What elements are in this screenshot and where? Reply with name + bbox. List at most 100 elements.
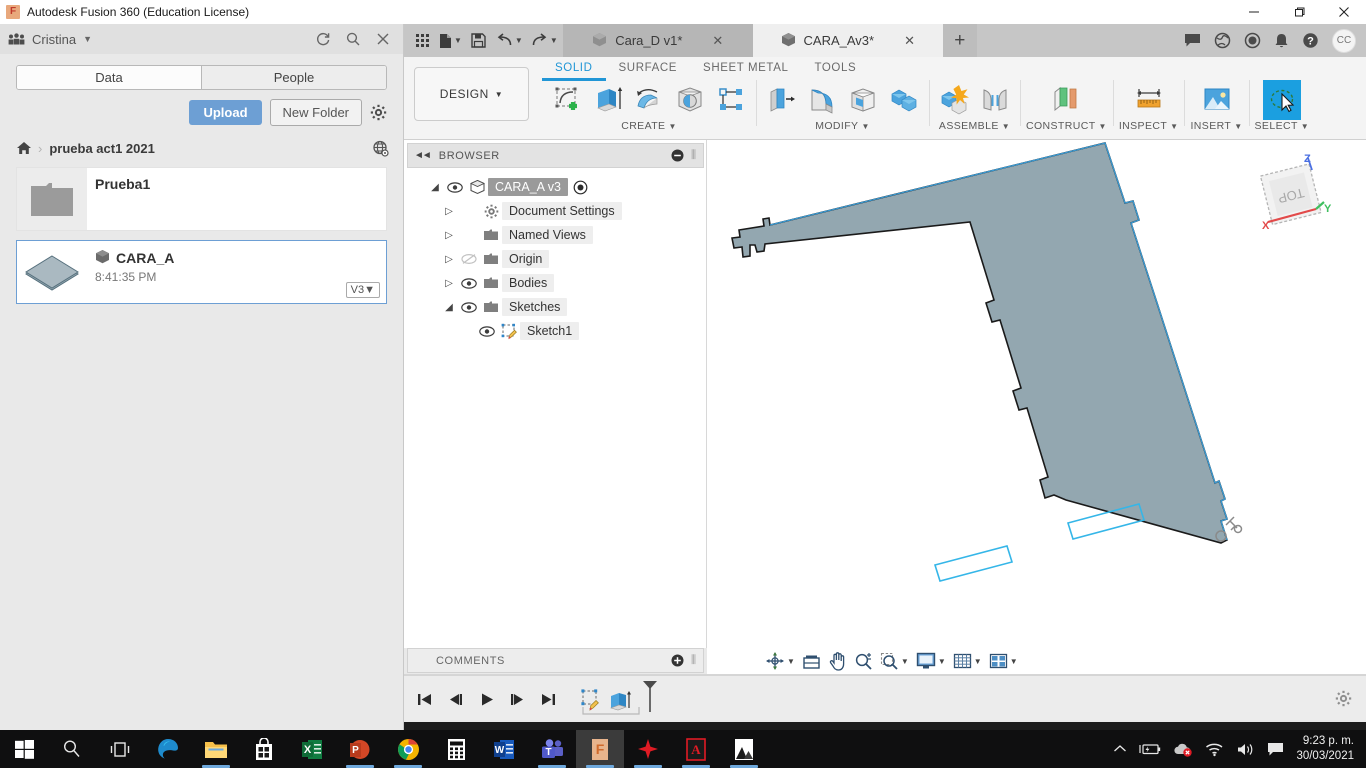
grid-snaps-button[interactable]: ▼ bbox=[950, 649, 985, 673]
upload-button[interactable]: Upload bbox=[189, 100, 262, 125]
comments-icon[interactable] bbox=[1184, 33, 1201, 48]
step-forward-button[interactable] bbox=[505, 686, 529, 712]
jump-to-end-button[interactable] bbox=[536, 686, 560, 712]
file-explorer-button[interactable] bbox=[192, 730, 240, 768]
minus-circle-icon[interactable] bbox=[671, 149, 684, 162]
ribbon-group-label[interactable]: SELECT ▼ bbox=[1255, 120, 1310, 132]
expand-arrow-icon[interactable]: ▷ bbox=[440, 278, 458, 289]
minimize-button[interactable] bbox=[1231, 0, 1276, 24]
expand-arrow-icon[interactable]: ▷ bbox=[440, 254, 458, 265]
job-status-icon[interactable] bbox=[1244, 32, 1261, 49]
viewports-button[interactable]: ▼ bbox=[986, 649, 1021, 673]
cloud-error-icon[interactable] bbox=[1173, 742, 1193, 757]
expand-arrow-icon[interactable]: ▷ bbox=[440, 230, 458, 241]
zoom-button[interactable] bbox=[851, 649, 876, 673]
shell-button[interactable] bbox=[844, 80, 882, 120]
show-data-panel-button[interactable] bbox=[410, 28, 434, 54]
word-button[interactable]: W bbox=[480, 730, 528, 768]
redo-button[interactable]: ▼ bbox=[528, 28, 561, 54]
acrobat-button[interactable]: A bbox=[672, 730, 720, 768]
account-name[interactable]: Cristina bbox=[32, 32, 76, 47]
collapse-left-icon[interactable]: ◄◄ bbox=[414, 150, 432, 161]
close-icon[interactable]: ✕ bbox=[904, 33, 915, 49]
calculator-button[interactable] bbox=[432, 730, 480, 768]
document-tab-cara-d[interactable]: Cara_D v1* ✕ bbox=[562, 24, 753, 57]
step-back-button[interactable] bbox=[443, 686, 467, 712]
chevron-down-icon[interactable]: ▼ bbox=[83, 34, 92, 44]
microsoft-store-button[interactable] bbox=[240, 730, 288, 768]
tree-item-sketches[interactable]: ◢ Sketches bbox=[404, 295, 707, 319]
home-icon[interactable] bbox=[16, 141, 32, 155]
offset-plane-button[interactable] bbox=[1047, 80, 1085, 120]
grip-icon[interactable]: ⫼ bbox=[691, 149, 697, 162]
notifications-icon[interactable] bbox=[1274, 33, 1289, 49]
extrude-button[interactable] bbox=[589, 80, 627, 120]
version-selector[interactable]: V3▼ bbox=[345, 282, 380, 298]
tree-item-origin[interactable]: ▷ Origin bbox=[404, 247, 707, 271]
ribbon-group-label[interactable]: ASSEMBLE ▼ bbox=[939, 120, 1010, 132]
teams-button[interactable]: T bbox=[528, 730, 576, 768]
eye-visible-icon[interactable] bbox=[458, 301, 480, 313]
display-settings-button[interactable]: ▼ bbox=[913, 649, 949, 673]
joint-button[interactable] bbox=[976, 80, 1014, 120]
play-button[interactable] bbox=[474, 686, 498, 712]
eye-visible-icon[interactable] bbox=[458, 277, 480, 289]
tree-item-bodies[interactable]: ▷ Bodies bbox=[404, 271, 707, 295]
fit-button[interactable]: ▼ bbox=[877, 649, 912, 673]
start-button[interactable] bbox=[0, 730, 48, 768]
battery-charging-icon[interactable] bbox=[1139, 742, 1161, 756]
comments-header[interactable]: COMMENTS ⫼ bbox=[407, 648, 704, 673]
file-button[interactable]: ▼ bbox=[436, 28, 465, 54]
powerpoint-button[interactable]: P bbox=[336, 730, 384, 768]
search-button[interactable] bbox=[48, 730, 96, 768]
excel-button[interactable]: X bbox=[288, 730, 336, 768]
save-button[interactable] bbox=[467, 28, 491, 54]
expand-arrow-icon[interactable]: ◢ bbox=[426, 182, 444, 193]
create-sketch-button[interactable] bbox=[548, 80, 586, 120]
tree-item-root[interactable]: ◢ CARA_A v3 bbox=[404, 175, 707, 199]
eye-visible-icon[interactable] bbox=[444, 181, 466, 193]
expand-arrow-icon[interactable]: ▷ bbox=[440, 206, 458, 217]
edge-button[interactable] bbox=[144, 730, 192, 768]
new-tab-button[interactable]: + bbox=[942, 24, 977, 57]
look-at-button[interactable] bbox=[799, 649, 824, 673]
pan-button[interactable] bbox=[825, 649, 850, 673]
tree-item-sketch1[interactable]: Sketch1 bbox=[404, 319, 707, 343]
maximize-button[interactable] bbox=[1276, 0, 1321, 24]
ribbon-group-label[interactable]: INSPECT ▼ bbox=[1119, 120, 1179, 132]
close-icon[interactable] bbox=[375, 31, 391, 47]
new-component-button[interactable] bbox=[935, 80, 973, 120]
refresh-icon[interactable] bbox=[315, 31, 331, 47]
chrome-button[interactable] bbox=[384, 730, 432, 768]
sphere-button[interactable] bbox=[671, 80, 709, 120]
pattern-button[interactable] bbox=[712, 80, 750, 120]
help-icon[interactable]: ? bbox=[1302, 32, 1319, 49]
show-hidden-icons-button[interactable] bbox=[1113, 743, 1127, 755]
fusion360-button[interactable]: F bbox=[576, 730, 624, 768]
tab-data[interactable]: Data bbox=[17, 66, 201, 89]
close-icon[interactable]: ✕ bbox=[712, 33, 723, 49]
autodesk-app-button[interactable] bbox=[624, 730, 672, 768]
avatar[interactable]: CC bbox=[1332, 28, 1356, 53]
timeline-marker-icon[interactable] bbox=[641, 680, 659, 719]
expand-arrow-icon[interactable]: ◢ bbox=[440, 302, 458, 313]
gear-icon[interactable] bbox=[370, 104, 387, 121]
combine-button[interactable] bbox=[885, 80, 923, 120]
ribbon-group-label[interactable]: CONSTRUCT ▼ bbox=[1026, 120, 1107, 132]
gear-icon[interactable] bbox=[1335, 690, 1352, 707]
photos-button[interactable] bbox=[720, 730, 768, 768]
globe-icon[interactable] bbox=[372, 140, 389, 157]
document-tab-cara-a[interactable]: CARA_Av3* ✕ bbox=[752, 24, 943, 57]
help-globe-icon[interactable] bbox=[1214, 32, 1231, 49]
measure-button[interactable] bbox=[1130, 80, 1168, 120]
jump-to-beginning-button[interactable] bbox=[412, 686, 436, 712]
press-pull-button[interactable] bbox=[762, 80, 800, 120]
close-button[interactable] bbox=[1321, 0, 1366, 24]
insert-image-button[interactable] bbox=[1198, 80, 1236, 120]
clock[interactable]: 9:23 p. m. 30/03/2021 bbox=[1296, 734, 1358, 764]
tab-people[interactable]: People bbox=[201, 66, 386, 89]
radio-dot-icon[interactable] bbox=[573, 180, 588, 195]
ribbon-group-label[interactable]: MODIFY ▼ bbox=[815, 120, 870, 132]
search-icon[interactable] bbox=[345, 31, 361, 47]
3d-viewport[interactable]: TOP X Y Z bbox=[707, 140, 1366, 672]
